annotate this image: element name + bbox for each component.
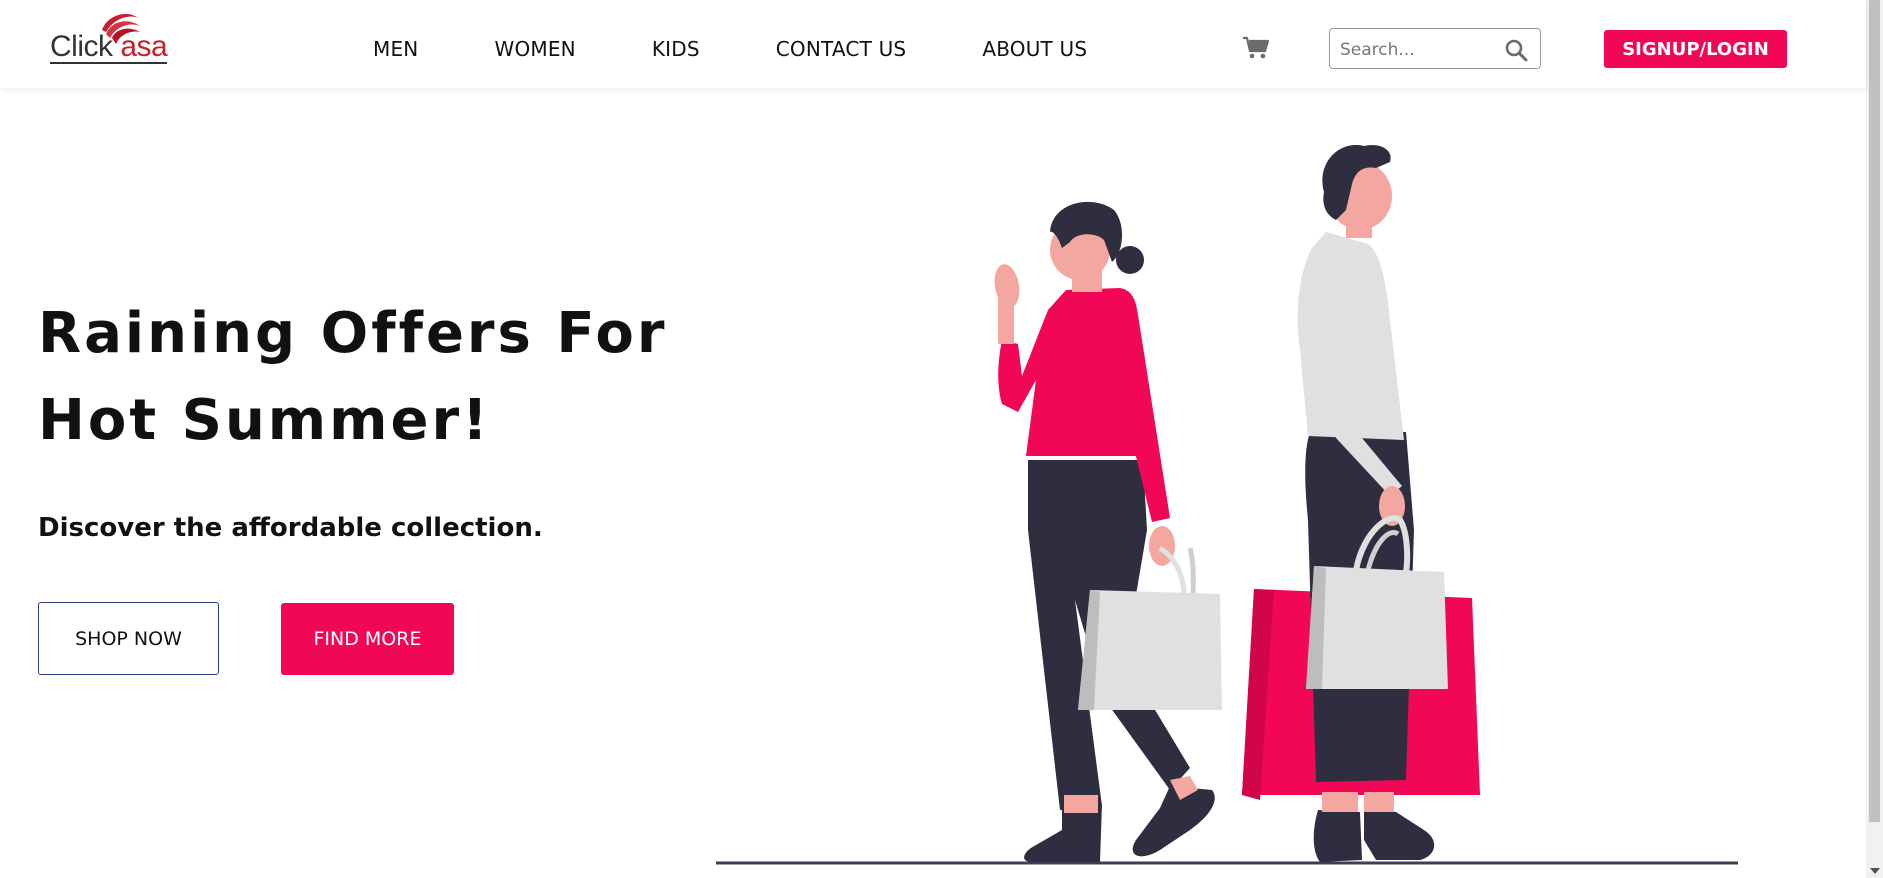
search-box <box>1329 28 1541 69</box>
hero-subtitle: Discover the affordable collection. <box>38 513 543 543</box>
hero-title-line-1: Raining Offers For <box>38 301 668 366</box>
man-figure <box>1242 144 1480 862</box>
main-nav: MEN WOMEN KIDS CONTACT US ABOUT US <box>373 38 1163 60</box>
signup-login-button[interactable]: SIGNUP/LOGIN <box>1604 30 1787 68</box>
shop-now-button[interactable]: SHOP NOW <box>38 602 219 675</box>
scrollbar-thumb[interactable] <box>1869 0 1880 822</box>
top-navbar: Click asa MEN WOMEN KIDS CONTACT US ABOU… <box>0 0 1866 88</box>
hero-title-line-2: Hot Summer! <box>38 388 491 453</box>
shoppers-illustration <box>716 144 1738 865</box>
cart-icon[interactable] <box>1242 36 1270 60</box>
nav-item-women[interactable]: WOMEN <box>494 38 575 60</box>
nav-item-men[interactable]: MEN <box>373 38 418 60</box>
search-input[interactable] <box>1338 37 1502 63</box>
woman-figure <box>994 201 1222 862</box>
logo-text-tail: asa <box>120 30 168 63</box>
search-icon[interactable] <box>1504 38 1528 62</box>
nav-item-kids[interactable]: KIDS <box>652 38 700 60</box>
nav-item-contact-us[interactable]: CONTACT US <box>776 38 907 60</box>
brand-logo[interactable]: Click asa <box>50 8 180 68</box>
logo-text: Click asa <box>50 30 168 64</box>
hero-title: Raining Offers For Hot Summer! <box>38 290 667 464</box>
logo-text-main: Click <box>50 30 113 63</box>
page-scrollbar[interactable] <box>1866 0 1883 878</box>
nav-item-about-us[interactable]: ABOUT US <box>982 38 1087 60</box>
scroll-down-arrow-icon[interactable] <box>1870 868 1880 874</box>
find-more-button[interactable]: FIND MORE <box>281 603 454 675</box>
